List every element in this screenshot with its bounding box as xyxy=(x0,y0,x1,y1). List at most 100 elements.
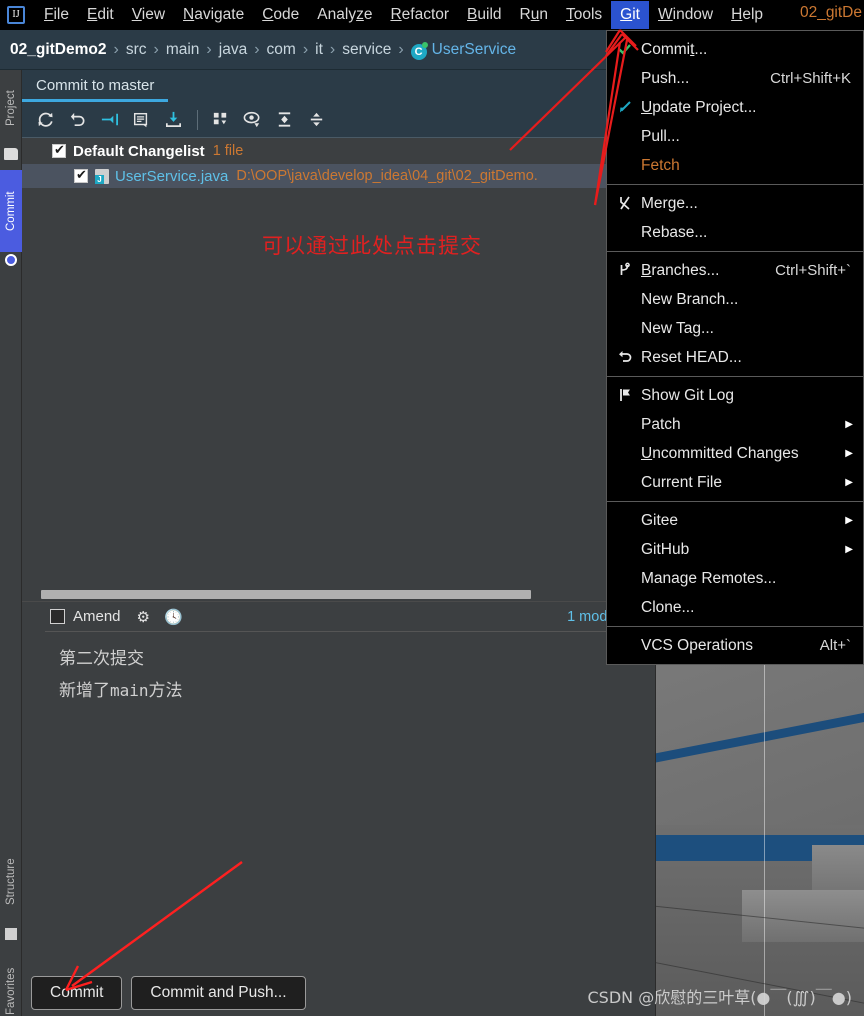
changes-tree: ▾ Default Changelist 1 file UserService.… xyxy=(22,138,655,188)
menu-bar: IJ File Edit View Navigate Code Analyze … xyxy=(0,0,864,30)
java-file-icon xyxy=(95,168,109,184)
changelist-name: Default Changelist xyxy=(73,142,205,160)
breadcrumb-item-java[interactable]: java xyxy=(219,41,247,59)
menu-item-new-tag[interactable]: New Tag... xyxy=(607,314,863,343)
menu-item-current-file[interactable]: Current File ▶ xyxy=(607,468,863,497)
menu-item-update-project[interactable]: Update Project... xyxy=(607,93,863,122)
breadcrumb-item-main[interactable]: main xyxy=(166,41,200,59)
menu-analyze[interactable]: Analyze xyxy=(308,1,381,29)
folder-icon xyxy=(4,148,18,160)
changelist-row[interactable]: ▾ Default Changelist 1 file xyxy=(22,138,655,164)
chevron-right-icon: ▶ xyxy=(845,544,853,555)
menu-item-fetch[interactable]: Fetch xyxy=(607,151,863,180)
refresh-icon[interactable] xyxy=(30,106,60,134)
menu-item-push[interactable]: Push... Ctrl+Shift+K xyxy=(607,64,863,93)
breadcrumb-separator: › xyxy=(398,40,404,58)
annotation-text: 可以通过此处点击提交 xyxy=(262,234,482,258)
preview-diff-icon[interactable] xyxy=(237,106,267,134)
window-project-name: 02_gitDe xyxy=(799,4,862,21)
table-row[interactable]: UserService.java D:\OOP\java\develop_ide… xyxy=(22,164,655,188)
menu-separator xyxy=(607,184,863,185)
menu-run[interactable]: Run xyxy=(511,1,557,29)
merge-icon xyxy=(616,194,634,212)
menu-navigate[interactable]: Navigate xyxy=(174,1,253,29)
commit-tool-window: Commit to master ✔ Default Changelist 1 … xyxy=(22,70,656,1016)
menu-item-github[interactable]: GitHub ▶ xyxy=(607,535,863,564)
file-checkbox[interactable] xyxy=(74,167,88,183)
menu-item-patch[interactable]: Patch ▶ xyxy=(607,410,863,439)
breadcrumb-separator: › xyxy=(153,40,159,58)
menu-tools[interactable]: Tools xyxy=(557,1,611,29)
gear-icon[interactable]: ⚙ xyxy=(137,608,150,626)
git-log-icon xyxy=(616,386,634,404)
msg-mono: main xyxy=(110,681,149,700)
expand-all-icon[interactable] xyxy=(269,106,299,134)
breadcrumb-separator: › xyxy=(206,40,212,58)
horizontal-scrollbar[interactable] xyxy=(22,587,656,601)
sidebar-item-label: Structure xyxy=(5,858,17,906)
msg-post: 方法 xyxy=(148,681,183,701)
menu-shortcut: Alt+` xyxy=(819,637,851,654)
sidebar-item-structure[interactable]: Structure xyxy=(0,838,22,926)
collapse-all-icon[interactable] xyxy=(301,106,331,134)
group-by-icon[interactable] xyxy=(205,106,235,134)
breadcrumb-separator: › xyxy=(254,40,260,58)
commit-message-line-1: 第二次提交 xyxy=(59,649,144,669)
menu-refactor[interactable]: Refactor xyxy=(381,1,458,29)
msg-pre: 新增了 xyxy=(59,681,110,701)
menu-item-gitee[interactable]: Gitee ▶ xyxy=(607,506,863,535)
commit-message-icon[interactable] xyxy=(126,106,156,134)
commit-and-push-button[interactable]: Commit and Push... xyxy=(131,976,306,1010)
menu-item-rebase[interactable]: Rebase... xyxy=(607,218,863,247)
menu-git[interactable]: Git xyxy=(611,1,649,29)
menu-view[interactable]: View xyxy=(123,1,174,29)
menu-window[interactable]: Window xyxy=(649,1,722,29)
menu-code[interactable]: Code xyxy=(253,1,308,29)
commit-button-bar: Commit Commit and Push... xyxy=(22,976,306,1010)
menu-item-pull[interactable]: Pull... xyxy=(607,122,863,151)
rollback-icon[interactable] xyxy=(62,106,92,134)
sidebar-item-label: Favorites xyxy=(5,967,17,1015)
menu-edit[interactable]: Edit xyxy=(78,1,123,29)
breadcrumb-item-it[interactable]: it xyxy=(315,41,323,59)
menu-separator xyxy=(607,251,863,252)
amend-checkbox[interactable] xyxy=(50,609,65,624)
sidebar-item-commit[interactable]: Commit xyxy=(0,170,22,252)
tab-commit-to-master[interactable]: Commit to master xyxy=(22,70,169,102)
changelist-checkbox[interactable] xyxy=(52,142,66,158)
amend-label: Amend xyxy=(73,608,121,625)
menu-item-show-git-log[interactable]: Show Git Log xyxy=(607,381,863,410)
shelve-changes-icon[interactable] xyxy=(158,106,188,134)
scrollbar-thumb[interactable] xyxy=(41,590,531,599)
breadcrumb-item-userservice[interactable]: UserService xyxy=(432,41,516,59)
menu-label: Show Git Log xyxy=(641,386,735,404)
breadcrumb-item-project[interactable]: 02_gitDemo2 xyxy=(10,41,106,59)
menu-label: Gitee xyxy=(641,511,679,529)
menu-item-branches[interactable]: Branches... Ctrl+Shift+` xyxy=(607,256,863,285)
breadcrumb-item-service[interactable]: service xyxy=(342,41,391,59)
breadcrumb-item-com[interactable]: com xyxy=(267,41,296,59)
menu-item-reset-head[interactable]: Reset HEAD... xyxy=(607,343,863,372)
breadcrumb-item-src[interactable]: src xyxy=(126,41,147,59)
structure-icon xyxy=(5,928,17,940)
menu-build[interactable]: Build xyxy=(458,1,510,29)
commit-panel-toolbar xyxy=(22,102,655,138)
menu-file[interactable]: File xyxy=(35,1,78,29)
menu-item-commit[interactable]: Commi t... xyxy=(607,35,863,64)
commit-button[interactable]: Commit xyxy=(31,976,123,1010)
menu-item-merge[interactable]: Merge... xyxy=(607,189,863,218)
menu-item-new-branch[interactable]: New Branch... xyxy=(607,285,863,314)
menu-help[interactable]: Help xyxy=(722,1,772,29)
commit-message-input[interactable]: 第二次提交 新增了main方法 xyxy=(45,631,656,1016)
menu-item-vcs-operations[interactable]: VCS Operations Alt+` xyxy=(607,631,863,660)
sidebar-item-favorites[interactable]: Favorites xyxy=(0,948,22,1016)
sidebar-item-project[interactable]: Project xyxy=(0,70,22,146)
breadcrumb-separator: › xyxy=(113,40,119,58)
menu-item-uncommitted-changes[interactable]: Uncommitted Changes ▶ xyxy=(607,439,863,468)
show-diff-icon[interactable] xyxy=(94,106,124,134)
git-dropdown-menu: Commi t... Push... Ctrl+Shift+K Update Pr… xyxy=(606,30,864,665)
menu-item-manage-remotes[interactable]: Manage Remotes... xyxy=(607,564,863,593)
clock-icon[interactable]: 🕓 xyxy=(164,608,183,626)
breadcrumb-separator: › xyxy=(329,40,336,58)
menu-item-clone[interactable]: Clone... xyxy=(607,593,863,622)
